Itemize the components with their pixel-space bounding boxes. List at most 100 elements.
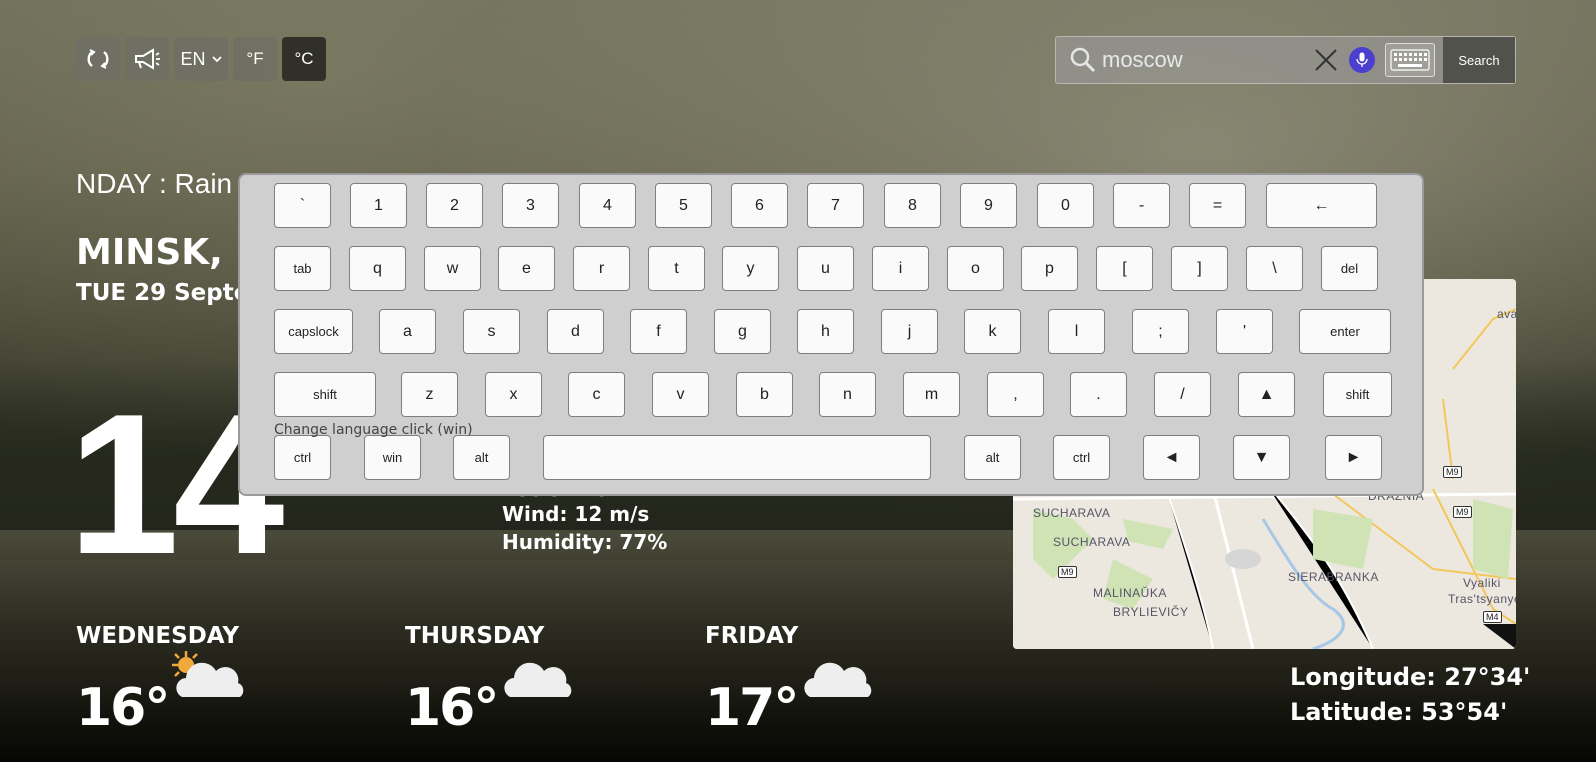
search-input[interactable] bbox=[1102, 47, 1315, 73]
search-bar: Search bbox=[1055, 36, 1516, 84]
map-label: ava bbox=[1497, 307, 1516, 321]
forecast-day: THURSDAY 16° bbox=[405, 623, 572, 738]
key[interactable]: v bbox=[652, 372, 709, 417]
forecast-day: FRIDAY 17° bbox=[705, 623, 872, 738]
key[interactable]: 6 bbox=[731, 183, 788, 228]
key[interactable]: x bbox=[485, 372, 542, 417]
key[interactable]: 9 bbox=[960, 183, 1017, 228]
key[interactable]: m bbox=[903, 372, 960, 417]
weather-ticker: NDAY : Rain bbox=[76, 168, 233, 199]
key[interactable]: [ bbox=[1096, 246, 1153, 291]
key[interactable]: p bbox=[1021, 246, 1078, 291]
map-shield: M9 bbox=[1058, 566, 1077, 578]
key[interactable]: del bbox=[1321, 246, 1378, 291]
key[interactable]: j bbox=[881, 309, 938, 354]
virtual-keyboard-button[interactable] bbox=[1385, 43, 1435, 77]
key[interactable]: ctrl bbox=[274, 435, 331, 480]
key[interactable]: y bbox=[722, 246, 779, 291]
key[interactable]: win bbox=[364, 435, 421, 480]
clear-icon[interactable] bbox=[1315, 49, 1337, 71]
key[interactable]: capslock bbox=[274, 309, 353, 354]
celsius-button[interactable]: °C bbox=[282, 37, 326, 81]
key[interactable]: ; bbox=[1132, 309, 1189, 354]
key[interactable]: c bbox=[568, 372, 625, 417]
key[interactable]: u bbox=[797, 246, 854, 291]
map-label: SIERABRANKA bbox=[1288, 570, 1379, 584]
forecast-day-name: WEDNESDAY bbox=[76, 623, 240, 649]
keyboard-hint: Change language click (win) bbox=[274, 422, 473, 438]
key[interactable]: a bbox=[379, 309, 436, 354]
key[interactable]: f bbox=[630, 309, 687, 354]
key[interactable]: k bbox=[964, 309, 1021, 354]
key[interactable]: z bbox=[401, 372, 458, 417]
key[interactable]: ctrl bbox=[1053, 435, 1110, 480]
key[interactable]: \ bbox=[1246, 246, 1303, 291]
key[interactable]: . bbox=[1070, 372, 1127, 417]
key[interactable]: / bbox=[1154, 372, 1211, 417]
key[interactable]: ▼ bbox=[1233, 435, 1290, 480]
language-select[interactable]: EN bbox=[174, 37, 228, 81]
key[interactable]: ` bbox=[274, 183, 331, 228]
key[interactable]: ← bbox=[1266, 183, 1377, 228]
voice-search-button[interactable] bbox=[1349, 47, 1375, 73]
search-button[interactable]: Search bbox=[1443, 37, 1515, 83]
map-shield: M9 bbox=[1443, 466, 1462, 478]
key[interactable]: h bbox=[797, 309, 854, 354]
key[interactable]: q bbox=[349, 246, 406, 291]
key[interactable]: shift bbox=[274, 372, 376, 417]
key[interactable]: ' bbox=[1216, 309, 1273, 354]
search-box bbox=[1056, 37, 1443, 83]
forecast-temperature: 17° bbox=[705, 678, 799, 738]
refresh-button[interactable] bbox=[76, 37, 120, 81]
forecast-day: WEDNESDAY 16° bbox=[76, 623, 244, 738]
key[interactable]: 3 bbox=[502, 183, 559, 228]
key[interactable]: shift bbox=[1323, 372, 1392, 417]
key[interactable]: 8 bbox=[884, 183, 941, 228]
key[interactable]: 0 bbox=[1037, 183, 1094, 228]
key[interactable]: o bbox=[947, 246, 1004, 291]
key[interactable]: 7 bbox=[807, 183, 864, 228]
key[interactable]: d bbox=[547, 309, 604, 354]
speak-button[interactable] bbox=[125, 37, 169, 81]
key[interactable]: alt bbox=[964, 435, 1021, 480]
key[interactable]: 2 bbox=[426, 183, 483, 228]
key[interactable]: ▲ bbox=[1238, 372, 1295, 417]
key[interactable]: s bbox=[463, 309, 520, 354]
key[interactable]: , bbox=[987, 372, 1044, 417]
key[interactable]: 5 bbox=[655, 183, 712, 228]
fahrenheit-button[interactable]: °F bbox=[233, 37, 277, 81]
city-name: MINSK, E bbox=[76, 232, 241, 273]
key[interactable]: w bbox=[424, 246, 481, 291]
map-label: MALINAŬKA bbox=[1093, 586, 1167, 600]
megaphone-icon bbox=[135, 48, 160, 70]
wind: Wind: 12 m/s bbox=[502, 502, 650, 526]
key[interactable]: b bbox=[736, 372, 793, 417]
key[interactable]: ] bbox=[1171, 246, 1228, 291]
key[interactable]: enter bbox=[1299, 309, 1391, 354]
map-shield: M4 bbox=[1483, 611, 1502, 623]
key-space[interactable] bbox=[543, 435, 931, 480]
key[interactable]: ► bbox=[1325, 435, 1382, 480]
top-controls: EN °F °C bbox=[76, 37, 326, 81]
current-date: TUE 29 Septe bbox=[76, 280, 241, 306]
key[interactable]: ◄ bbox=[1143, 435, 1200, 480]
key[interactable]: = bbox=[1189, 183, 1246, 228]
key[interactable]: g bbox=[714, 309, 771, 354]
refresh-icon bbox=[87, 49, 109, 69]
key[interactable]: e bbox=[498, 246, 555, 291]
key[interactable]: 1 bbox=[350, 183, 407, 228]
key[interactable]: r bbox=[573, 246, 630, 291]
map-label: BRYLIEVIČY bbox=[1113, 605, 1189, 619]
key[interactable]: alt bbox=[453, 435, 510, 480]
partly-cloudy-icon bbox=[172, 651, 244, 697]
longitude: Longitude: 27°34' bbox=[1290, 663, 1531, 691]
key[interactable]: tab bbox=[274, 246, 331, 291]
key[interactable]: 4 bbox=[579, 183, 636, 228]
key[interactable]: i bbox=[872, 246, 929, 291]
key[interactable]: - bbox=[1113, 183, 1170, 228]
key[interactable]: n bbox=[819, 372, 876, 417]
humidity: Humidity: 77% bbox=[502, 530, 668, 554]
key[interactable]: l bbox=[1048, 309, 1105, 354]
key[interactable]: t bbox=[648, 246, 705, 291]
map-shield: M9 bbox=[1453, 506, 1472, 518]
